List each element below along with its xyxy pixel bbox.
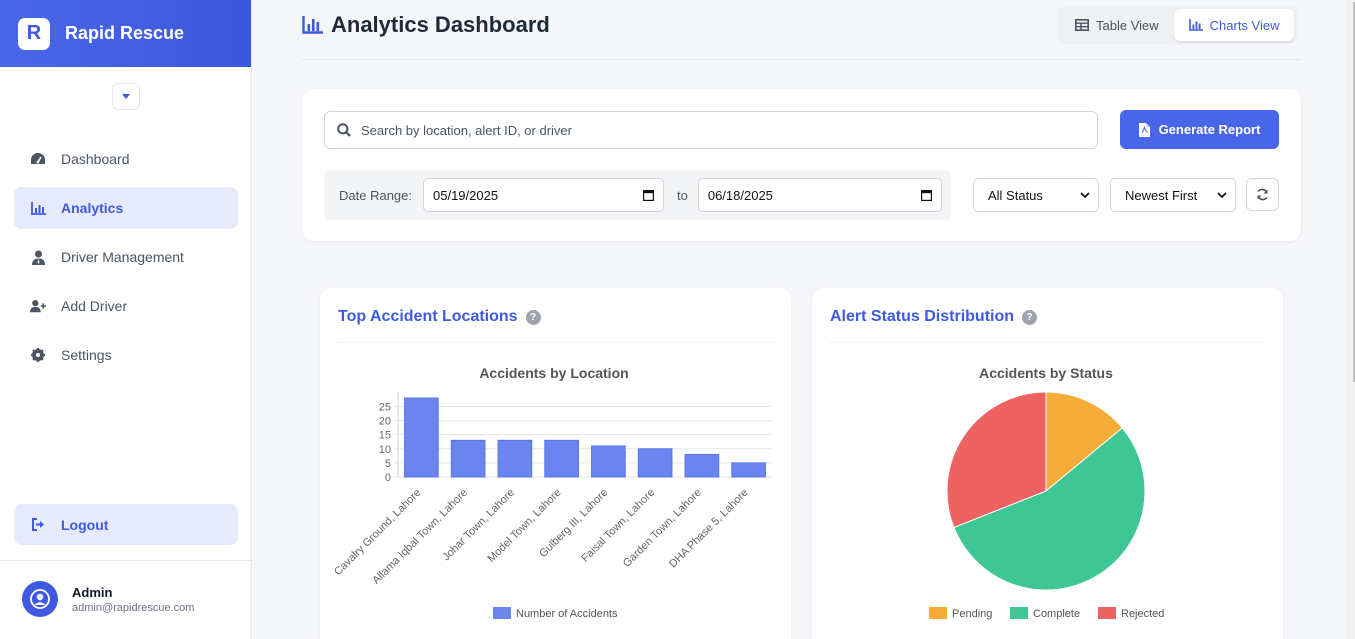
sidebar-item-label: Add Driver [61,298,128,314]
bar [591,445,626,478]
bar [684,453,720,478]
sign-out-icon [30,517,46,533]
sidebar-item-label: Driver Management [61,249,184,265]
avatar [22,581,58,617]
legend-swatch [1010,607,1028,619]
legend-swatch [1098,607,1116,619]
bar [544,439,579,478]
user-circle-icon [30,589,50,609]
legend-swatch [493,607,511,619]
table-icon [1075,19,1089,31]
chart-bar-icon [302,16,323,34]
refresh-icon [1257,188,1268,201]
bar [450,439,486,478]
sidebar-item-dashboard[interactable]: Dashboard [14,138,238,180]
accidents-by-status-chart: Accidents by Status Pending Complete Reject… [929,365,1164,620]
user-tie-icon [30,249,46,265]
chart-title: Accidents by Status [979,365,1113,381]
y-tick-label: 5 [385,458,391,470]
refresh-button[interactable] [1246,178,1279,211]
gear-icon [30,347,46,363]
date-range-panel: Date Range: 05/19/2025 to 06/18/2025 [324,170,951,220]
user-plus-icon [30,298,46,314]
sort-select[interactable]: Newest First [1110,178,1236,212]
sidebar-item-driver-management[interactable]: Driver Management [14,236,238,278]
calendar-icon [643,190,654,201]
date-to-input[interactable]: 06/18/2025 [697,178,942,212]
sidebar-item-settings[interactable]: Settings [14,334,238,376]
file-pdf-icon [1138,122,1150,137]
view-toggle: Table View Charts View [1057,6,1298,44]
status-select[interactable]: All Status [973,178,1099,212]
chart-bar-icon [30,200,46,216]
sort-select-value: Newest First [1125,187,1198,203]
sidebar-collapse-button[interactable] [112,83,140,110]
y-tick-label: 25 [379,401,391,413]
bar [637,448,673,478]
sidebar-item-add-driver[interactable]: Add Driver [14,285,238,327]
y-tick-label: 0 [385,472,391,484]
sidebar-item-label: Dashboard [61,151,130,167]
y-tick-label: 10 [379,444,391,456]
search-box[interactable] [324,111,1098,149]
calendar-icon [920,190,932,201]
legend-swatch [929,607,947,619]
gauge-icon [30,151,46,167]
x-tick-label: Cavalry Ground, Lahore [332,487,424,579]
x-tick-label: Garden Town, Lahore [621,487,704,570]
user-email: admin@rapidrescue.com [72,601,195,614]
sidebar: R Rapid Rescue Dashboard Analytics Drive… [0,0,252,639]
legend-label: Rejected [1121,608,1164,620]
chevron-down-icon [1080,191,1090,198]
legend-label: Pending [952,608,992,620]
filter-card: Generate Report Date Range: 05/19/2025 t… [302,89,1301,241]
brand-header[interactable]: R Rapid Rescue [0,0,251,67]
date-from-value: 05/19/2025 [433,187,499,203]
date-from-input[interactable]: 05/19/2025 [423,178,664,212]
brand-name: Rapid Rescue [65,23,185,43]
sidebar-divider [0,560,252,561]
bar [731,462,766,478]
chart-bar-icon [1188,19,1203,31]
status-select-value: All Status [988,187,1043,203]
sidebar-item-label: Analytics [61,200,124,216]
table-view-label: Table View [1096,17,1159,33]
top-locations-card: Top Accident Locations ? Accidents by Lo… [320,288,791,639]
date-range-label: Date Range: [339,187,412,203]
chevron-down-icon [1217,191,1227,198]
page-header: Analytics Dashboard [302,12,550,38]
caret-down-icon [122,93,130,99]
search-input[interactable] [361,122,1061,138]
sidebar-item-analytics[interactable]: Analytics [14,187,238,229]
generate-report-button[interactable]: Generate Report [1120,110,1279,149]
sidebar-item-label: Settings [61,347,112,363]
legend-label: Complete [1033,608,1080,620]
user-name: Admin [72,584,113,600]
status-distribution-card: Alert Status Distribution ? Accidents by… [812,288,1283,639]
charts-view-label: Charts View [1209,17,1280,33]
logout-label: Logout [61,516,109,533]
brand-logo: R [18,17,50,50]
x-tick-label: DHA Phase 5, Lahore [667,487,751,571]
generate-report-label: Generate Report [1158,122,1261,137]
page-title: Analytics Dashboard [331,12,550,37]
header-divider [302,59,1301,60]
logout-button[interactable]: Logout [14,504,238,545]
user-profile[interactable]: Admin admin@rapidrescue.com [22,581,194,617]
date-to-label: to [677,187,688,203]
y-tick-label: 15 [379,430,391,442]
y-tick-label: 20 [379,416,391,428]
x-tick-label: Allama Iqbal Town, Lahore [370,487,470,587]
bar [497,439,533,478]
legend-label: Number of Accidents [516,608,618,620]
bar [404,397,439,478]
charts-view-button[interactable]: Charts View [1173,9,1295,41]
chart-title: Accidents by Location [479,365,628,381]
date-to-value: 06/18/2025 [707,187,773,203]
sidebar-nav: Dashboard Analytics Driver Management Ad… [14,138,238,383]
search-icon [337,123,351,137]
table-view-button[interactable]: Table View [1060,9,1174,41]
accidents-by-location-chart: Accidents by Location 0 5 10 15 20 25 Cavalry G… [332,365,772,620]
